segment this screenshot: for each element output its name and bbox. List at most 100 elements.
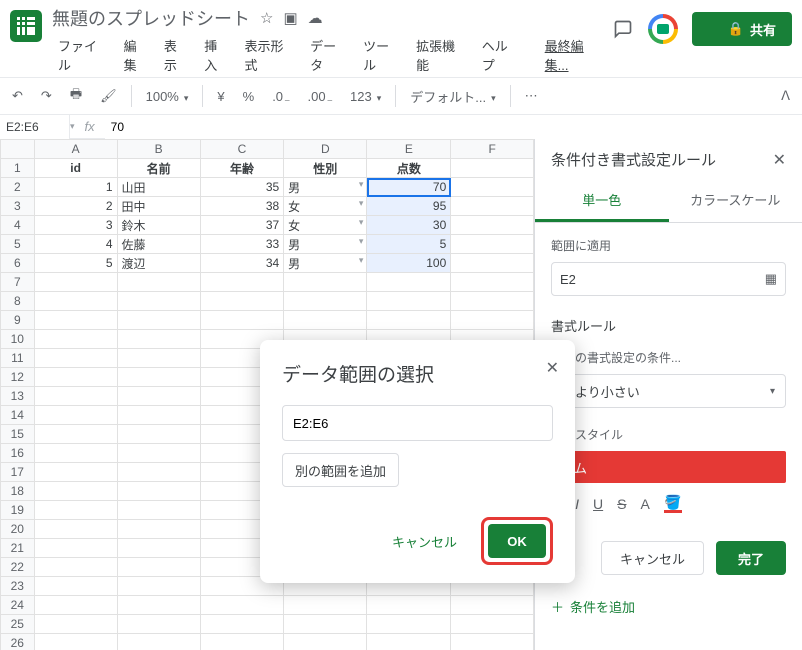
row-header[interactable]: 13 — [1, 387, 35, 406]
row-header[interactable]: 24 — [1, 596, 35, 615]
row-header[interactable]: 20 — [1, 520, 35, 539]
cell[interactable] — [34, 292, 117, 311]
add-condition-button[interactable]: ＋ 条件を追加 — [551, 597, 786, 616]
paint-format-icon[interactable]: 🖌 — [94, 84, 123, 108]
cell[interactable] — [451, 178, 534, 197]
cell[interactable] — [451, 596, 534, 615]
row-header[interactable]: 11 — [1, 349, 35, 368]
cell[interactable] — [34, 482, 117, 501]
cell[interactable] — [117, 273, 200, 292]
cell[interactable] — [284, 634, 367, 650]
fill-color-icon[interactable]: 🪣 — [664, 495, 682, 513]
comments-icon[interactable] — [612, 18, 634, 40]
menu-edit[interactable]: 編集 — [118, 33, 155, 77]
cell[interactable]: 35 — [200, 178, 283, 197]
row-header[interactable]: 10 — [1, 330, 35, 349]
cell[interactable]: 鈴木 — [117, 216, 200, 235]
cell[interactable]: 70 — [367, 178, 451, 197]
cell[interactable] — [117, 482, 200, 501]
condition-select[interactable]: 次より小さい ▾ — [551, 374, 786, 408]
cell[interactable] — [34, 634, 117, 650]
cell[interactable]: 4 — [34, 235, 117, 254]
text-color-icon[interactable]: A — [640, 496, 649, 512]
row-header[interactable]: 8 — [1, 292, 35, 311]
move-icon[interactable]: ▣ — [283, 9, 297, 27]
cell[interactable] — [34, 596, 117, 615]
cell[interactable] — [451, 254, 534, 273]
cell[interactable] — [284, 273, 367, 292]
cell[interactable] — [284, 311, 367, 330]
table-header-cell[interactable]: id — [34, 159, 117, 178]
cell[interactable]: 女▾ — [284, 216, 367, 235]
menu-tools[interactable]: ツール — [357, 33, 407, 77]
cell[interactable] — [284, 615, 367, 634]
menu-format[interactable]: 表示形式 — [239, 33, 302, 77]
cell[interactable] — [200, 273, 283, 292]
cell[interactable]: 33 — [200, 235, 283, 254]
cell[interactable]: 3 — [34, 216, 117, 235]
cell[interactable] — [451, 197, 534, 216]
cell[interactable] — [117, 634, 200, 650]
cell[interactable]: 山田 — [117, 178, 200, 197]
row-header[interactable]: 19 — [1, 501, 35, 520]
cell[interactable]: 5 — [34, 254, 117, 273]
star-icon[interactable]: ☆ — [260, 9, 273, 27]
cell[interactable] — [451, 235, 534, 254]
close-panel-icon[interactable]: ✕ — [773, 150, 786, 170]
cell[interactable] — [34, 406, 117, 425]
cell[interactable] — [34, 539, 117, 558]
cell[interactable]: 37 — [200, 216, 283, 235]
cell[interactable] — [34, 425, 117, 444]
cell[interactable] — [117, 425, 200, 444]
cell[interactable] — [34, 463, 117, 482]
row-header[interactable]: 23 — [1, 577, 35, 596]
row-header[interactable]: 5 — [1, 235, 35, 254]
cell[interactable] — [117, 406, 200, 425]
cell[interactable] — [34, 387, 117, 406]
cell[interactable] — [117, 387, 200, 406]
row-header[interactable]: 1 — [1, 159, 35, 178]
row-header[interactable]: 21 — [1, 539, 35, 558]
more-tools-icon[interactable]: ⋯ — [519, 84, 544, 108]
cell[interactable] — [34, 615, 117, 634]
col-header-C[interactable]: C — [200, 140, 283, 159]
row-header[interactable]: 18 — [1, 482, 35, 501]
col-header-D[interactable]: D — [284, 140, 367, 159]
col-header-B[interactable]: B — [117, 140, 200, 159]
cell[interactable] — [367, 273, 451, 292]
cell[interactable] — [367, 596, 451, 615]
cell[interactable] — [34, 444, 117, 463]
cell[interactable] — [34, 349, 117, 368]
cell[interactable] — [34, 330, 117, 349]
row-header[interactable]: 16 — [1, 444, 35, 463]
row-header[interactable]: 12 — [1, 368, 35, 387]
cell[interactable] — [200, 634, 283, 650]
cell[interactable] — [117, 349, 200, 368]
cell[interactable] — [34, 273, 117, 292]
table-header-cell[interactable]: 年齢 — [200, 159, 283, 178]
cell[interactable] — [367, 634, 451, 650]
cell[interactable] — [284, 596, 367, 615]
cell[interactable] — [200, 311, 283, 330]
cell[interactable]: 5 — [367, 235, 451, 254]
row-header[interactable]: 26 — [1, 634, 35, 650]
cell[interactable] — [117, 368, 200, 387]
menu-view[interactable]: 表示 — [158, 33, 195, 77]
table-header-cell[interactable]: 点数 — [367, 159, 451, 178]
cell[interactable]: 30 — [367, 216, 451, 235]
cell[interactable] — [34, 501, 117, 520]
col-header-F[interactable]: F — [451, 140, 534, 159]
dialog-ok-button[interactable]: OK — [488, 524, 546, 558]
cell[interactable] — [367, 615, 451, 634]
cell[interactable] — [451, 311, 534, 330]
cell[interactable]: 田中 — [117, 197, 200, 216]
meet-icon[interactable] — [648, 14, 678, 44]
strikethrough-icon[interactable]: S — [617, 496, 626, 512]
row-header[interactable]: 25 — [1, 615, 35, 634]
cell[interactable] — [200, 596, 283, 615]
cell[interactable]: 男▾ — [284, 178, 367, 197]
doc-title[interactable]: 無題のスプレッドシート — [52, 5, 250, 31]
cell[interactable]: 佐藤 — [117, 235, 200, 254]
cell[interactable]: 渡辺 — [117, 254, 200, 273]
cell[interactable]: 女▾ — [284, 197, 367, 216]
